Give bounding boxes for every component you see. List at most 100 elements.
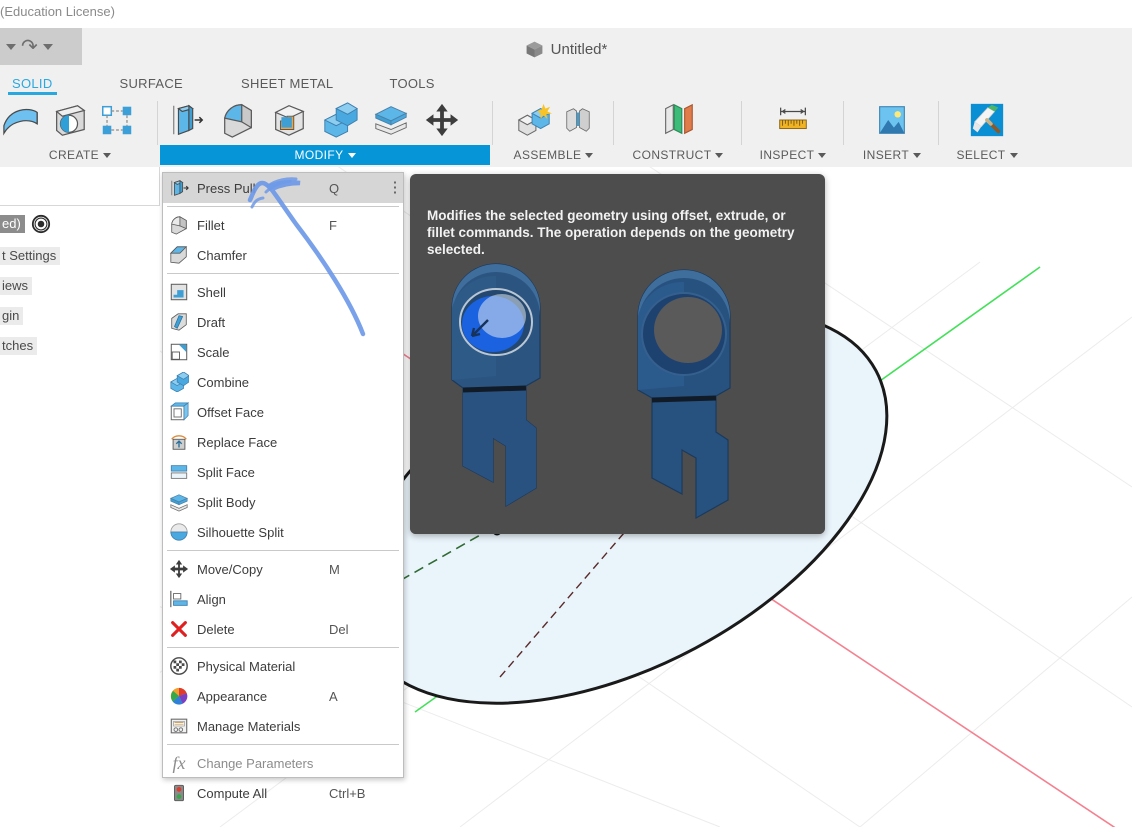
browser-item-unsaved-root[interactable]: ed) bbox=[0, 214, 51, 234]
menu-item-silhouette-split[interactable]: Silhouette Split bbox=[163, 517, 403, 547]
browser-panel: ed) t Settings iews gin tches bbox=[0, 167, 160, 367]
menu-item-compute-all[interactable]: Compute All Ctrl+B bbox=[163, 778, 403, 808]
ribbon-group-construct-text: CONSTRUCT bbox=[633, 148, 712, 162]
ribbon-tab-bar: SOLID SURFACE SHEET METAL TOOLS bbox=[0, 70, 1132, 95]
menu-item-split-face[interactable]: Split Face bbox=[163, 457, 403, 487]
draft-icon bbox=[169, 312, 189, 332]
assemble-component-icon[interactable] bbox=[515, 100, 553, 140]
ribbon-group-label-modify[interactable]: MODIFY bbox=[160, 145, 490, 165]
ribbon-group-label-inspect[interactable]: INSPECT bbox=[745, 145, 841, 165]
ribbon-group-modify: MODIFY bbox=[160, 95, 490, 167]
menu-item-chamfer-label: Chamfer bbox=[197, 248, 329, 263]
browser-item-document-settings[interactable]: t Settings bbox=[0, 247, 60, 265]
menu-item-change-parameters[interactable]: fx Change Parameters bbox=[163, 748, 403, 778]
visibility-eye-icon[interactable] bbox=[31, 214, 51, 234]
tab-sheet-metal[interactable]: SHEET METAL bbox=[235, 76, 339, 95]
fx-icon: fx bbox=[169, 753, 189, 774]
menu-separator bbox=[167, 744, 399, 745]
menu-item-move-copy-label: Move/Copy bbox=[197, 562, 329, 577]
fillet-icon bbox=[169, 215, 189, 235]
construct-plane-icon[interactable] bbox=[659, 100, 697, 140]
create-revolve-icon[interactable] bbox=[50, 100, 88, 140]
create-caret-icon bbox=[103, 153, 111, 158]
browser-item-origin[interactable]: gin bbox=[0, 307, 23, 325]
menu-item-combine[interactable]: Combine bbox=[163, 367, 403, 397]
combine-ribbon-icon[interactable] bbox=[321, 100, 359, 140]
menu-item-split-face-label: Split Face bbox=[197, 465, 329, 480]
menu-item-scale[interactable]: Scale bbox=[163, 337, 403, 367]
press-pull-tooltip: Modifies the selected geometry using off… bbox=[410, 174, 825, 534]
create-sweep-icon[interactable] bbox=[2, 100, 40, 140]
shell-icon bbox=[169, 282, 189, 302]
select-icon[interactable] bbox=[968, 100, 1006, 140]
ribbon-group-label-create[interactable]: CREATE bbox=[0, 145, 160, 165]
browser-item-sketches[interactable]: tches bbox=[0, 337, 37, 355]
insert-image-icon[interactable] bbox=[873, 100, 911, 140]
browser-item-document-settings-label: t Settings bbox=[0, 247, 60, 265]
tab-tools[interactable]: TOOLS bbox=[383, 76, 440, 95]
inspect-measure-icon[interactable] bbox=[774, 100, 812, 140]
move-copy-ribbon-icon[interactable] bbox=[423, 100, 461, 140]
menu-item-compute-all-label: Compute All bbox=[197, 786, 329, 801]
modify-dropdown-menu[interactable]: Press Pull Q ⋮ Fillet F Chamfer bbox=[162, 172, 404, 778]
menu-item-replace-face-label: Replace Face bbox=[197, 435, 329, 450]
menu-item-move-copy[interactable]: Move/Copy M bbox=[163, 554, 403, 584]
ribbon-group-create: CREATE bbox=[0, 95, 160, 167]
menu-item-fillet-shortcut: F bbox=[329, 218, 387, 233]
tab-solid[interactable]: SOLID bbox=[6, 76, 59, 95]
menu-item-draft[interactable]: Draft bbox=[163, 307, 403, 337]
ribbon-group-select: SELECT bbox=[942, 95, 1032, 167]
menu-item-delete[interactable]: Delete Del bbox=[163, 614, 403, 644]
document-cube-icon bbox=[525, 40, 544, 59]
tab-surface[interactable]: SURFACE bbox=[114, 76, 190, 95]
offset-face-icon bbox=[169, 402, 189, 422]
redo-dropdown-caret-icon[interactable] bbox=[43, 44, 53, 50]
create-pattern-icon[interactable] bbox=[98, 100, 136, 140]
menu-item-physical-material[interactable]: Physical Material bbox=[163, 651, 403, 681]
menu-item-shell[interactable]: Shell bbox=[163, 277, 403, 307]
menu-item-offset-face-label: Offset Face bbox=[197, 405, 329, 420]
shell-ribbon-icon[interactable] bbox=[270, 100, 308, 140]
menu-item-fillet[interactable]: Fillet F bbox=[163, 210, 403, 240]
document-title: Untitled* bbox=[0, 28, 1132, 70]
menu-item-split-body[interactable]: Split Body bbox=[163, 487, 403, 517]
menu-item-compute-all-shortcut: Ctrl+B bbox=[329, 786, 387, 801]
combine-icon bbox=[169, 372, 189, 392]
browser-item-named-views[interactable]: iews bbox=[0, 277, 32, 295]
menu-item-press-pull[interactable]: Press Pull Q ⋮ bbox=[163, 173, 403, 203]
split-body-ribbon-icon[interactable] bbox=[372, 100, 410, 140]
assemble-joint-icon[interactable] bbox=[563, 101, 593, 139]
fillet-ribbon-icon[interactable] bbox=[219, 100, 257, 140]
ribbon-group-insert: INSERT bbox=[847, 95, 937, 167]
ribbon-group-create-text: CREATE bbox=[49, 148, 99, 162]
menu-item-press-pull-shortcut: Q bbox=[329, 181, 387, 196]
menu-item-combine-label: Combine bbox=[197, 375, 329, 390]
ribbon: CREATE bbox=[0, 95, 1132, 168]
ribbon-group-label-insert[interactable]: INSERT bbox=[847, 145, 937, 165]
menu-item-physical-material-label: Physical Material bbox=[197, 659, 329, 674]
physical-material-icon bbox=[169, 656, 189, 676]
redo-arrow-icon[interactable]: ↷ bbox=[21, 37, 38, 57]
menu-item-manage-materials[interactable]: Manage Materials bbox=[163, 711, 403, 741]
replace-face-icon bbox=[169, 432, 189, 452]
browser-header-box bbox=[0, 167, 160, 206]
menu-item-offset-face[interactable]: Offset Face bbox=[163, 397, 403, 427]
ribbon-group-label-construct[interactable]: CONSTRUCT bbox=[617, 145, 739, 165]
menu-item-draft-label: Draft bbox=[197, 315, 329, 330]
license-label: (Education License) bbox=[0, 4, 115, 19]
ribbon-group-label-assemble[interactable]: ASSEMBLE bbox=[496, 145, 611, 165]
menu-item-press-pull-overflow-icon[interactable]: ⋮ bbox=[387, 183, 403, 193]
modify-caret-icon bbox=[348, 153, 356, 158]
split-face-icon bbox=[169, 462, 189, 482]
menu-item-chamfer[interactable]: Chamfer bbox=[163, 240, 403, 270]
appearance-icon bbox=[169, 686, 189, 706]
ribbon-group-label-select[interactable]: SELECT bbox=[942, 145, 1032, 165]
menu-item-appearance[interactable]: Appearance A bbox=[163, 681, 403, 711]
inspect-caret-icon bbox=[818, 153, 826, 158]
press-pull-ribbon-icon[interactable] bbox=[168, 100, 206, 140]
menu-item-align[interactable]: Align bbox=[163, 584, 403, 614]
delete-x-icon bbox=[169, 619, 189, 639]
undo-dropdown-caret-icon[interactable] bbox=[6, 44, 16, 50]
quick-access-toolbar[interactable]: ↷ bbox=[0, 28, 82, 65]
menu-item-replace-face[interactable]: Replace Face bbox=[163, 427, 403, 457]
